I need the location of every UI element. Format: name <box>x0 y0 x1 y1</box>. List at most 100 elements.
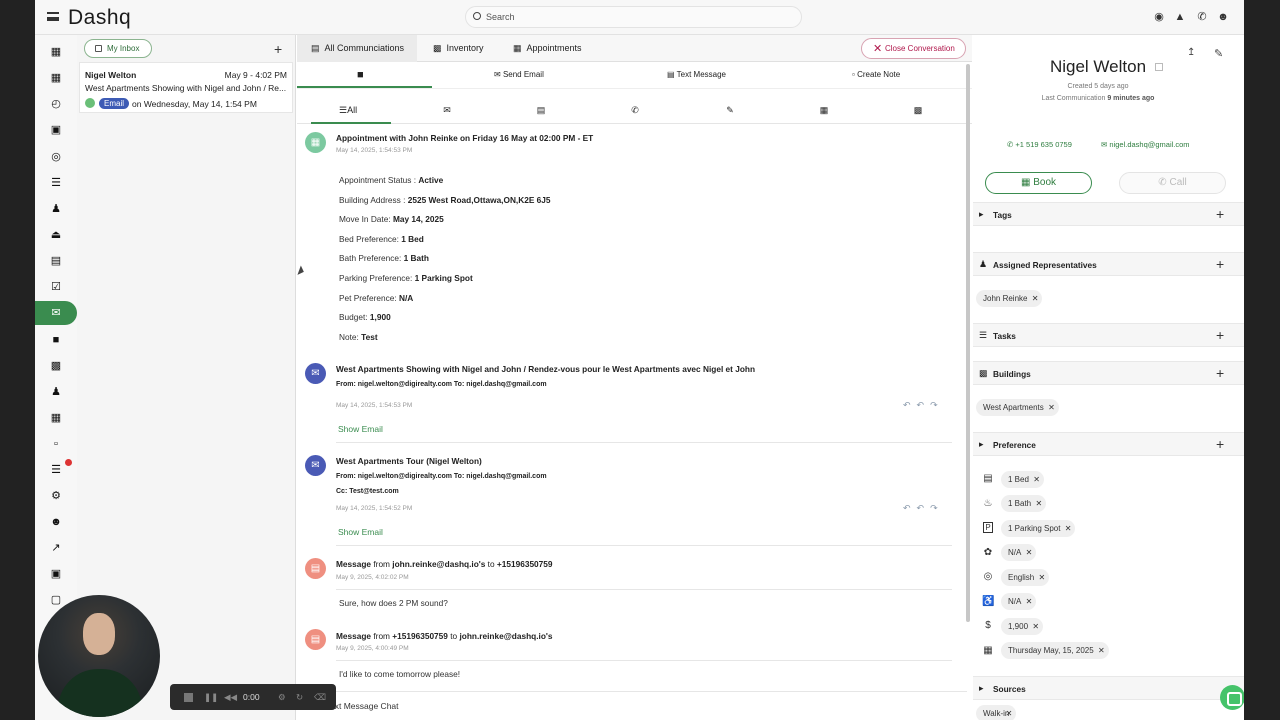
add-building-button[interactable]: + <box>1216 365 1224 381</box>
restart-icon[interactable]: ↻ <box>296 692 303 703</box>
rep-chip[interactable]: John Reinke <box>976 290 1043 307</box>
send-email-button[interactable]: ✉ Send Email <box>494 62 544 89</box>
settings-icon[interactable]: ⚙ <box>278 692 286 703</box>
apartment-icon[interactable]: ▦ <box>35 408 77 428</box>
section-preference[interactable]: ▸ Preference + <box>973 432 1244 456</box>
close-conversation-button[interactable]: ✕ Close Conversation <box>861 38 966 59</box>
message-time: May 9, 2025, 4:00:49 PM <box>336 645 409 652</box>
add-preference-button[interactable]: + <box>1216 436 1224 452</box>
pref-chip-bed[interactable]: 1 Bed <box>1001 471 1044 488</box>
feed-scrollbar[interactable] <box>966 64 970 622</box>
pref-chip-budget[interactable]: 1,900 <box>1001 618 1044 635</box>
pause-icon[interactable]: ❚❚ <box>204 692 218 703</box>
palette-icon[interactable]: ◉ <box>1153 11 1165 23</box>
text-message-button[interactable]: ▤ Text Message <box>667 62 726 89</box>
tab-appointments[interactable]: ▦ Appointments <box>513 35 603 62</box>
detail-label: Appointment Status : <box>339 175 419 185</box>
create-note-button[interactable]: ▫ Create Note <box>852 62 900 89</box>
divider <box>336 442 952 443</box>
add-task-button[interactable]: + <box>1216 327 1224 343</box>
bell-icon[interactable]: ▲ <box>1174 11 1186 23</box>
tab-inventory[interactable]: ▩ Inventory <box>433 35 503 62</box>
presenter-body <box>58 669 142 717</box>
building-icon[interactable]: ▩ <box>35 356 77 376</box>
appointment-detail-line: Bath Preference: 1 Bath <box>339 253 429 263</box>
my-inbox-button[interactable]: My Inbox <box>84 39 152 58</box>
add-person-icon[interactable]: ♟ <box>35 382 77 402</box>
target-icon[interactable]: ◎ <box>35 147 77 167</box>
trend-icon[interactable]: ↗ <box>35 538 77 558</box>
filter-chat-icon[interactable]: ▩ <box>908 100 928 120</box>
section-reps[interactable]: ♟ Assigned Representatives + <box>973 252 1244 276</box>
appointment-title: Appointment with John Reinke on Friday 1… <box>336 133 594 143</box>
menu-icon[interactable] <box>47 12 59 21</box>
message-from-word: from <box>373 631 390 641</box>
calendar-icon[interactable]: ▦ <box>35 42 77 62</box>
task-icon[interactable]: ☑ <box>35 277 77 297</box>
clock-icon[interactable]: ◴ <box>35 94 77 114</box>
trash-icon[interactable]: ⌫ <box>314 692 326 703</box>
phone-icon[interactable]: ✆ <box>1196 11 1208 23</box>
profile-icon[interactable]: ☻ <box>35 512 77 532</box>
account-icon[interactable]: ☻ <box>1217 11 1229 23</box>
tab-all-communications[interactable]: ▤ All Communciations <box>297 35 417 62</box>
email-title: West Apartments Tour (Nigel Welton) <box>336 456 482 466</box>
add-rep-button[interactable]: + <box>1216 256 1224 272</box>
source-chip[interactable]: Walk-in <box>976 705 1017 720</box>
filter-note-icon[interactable]: ✎ <box>720 100 740 120</box>
add-tag-button[interactable]: + <box>1216 206 1224 222</box>
settings-box-icon[interactable]: ⚙ <box>35 486 77 506</box>
building-chip[interactable]: West Apartments <box>976 399 1059 416</box>
filter-all[interactable]: ☰All <box>311 100 391 124</box>
show-email-link[interactable]: Show Email <box>338 527 383 537</box>
add-conversation-button[interactable]: + <box>274 42 282 56</box>
stop-icon[interactable] <box>184 693 193 702</box>
pref-chip-bath[interactable]: 1 Bath <box>1001 495 1047 512</box>
briefcase-icon[interactable]: ▣ <box>35 564 77 584</box>
reply-actions-icon[interactable]: ↶↶↷ <box>903 503 944 514</box>
eject-icon[interactable]: ⏏ <box>35 225 77 245</box>
contacts-icon[interactable]: ▣ <box>35 120 77 140</box>
section-tasks[interactable]: ☰ Tasks + <box>973 323 1244 347</box>
edit-icon[interactable]: ✎ <box>1214 47 1223 60</box>
filter-email-icon[interactable]: ✉ <box>437 100 457 120</box>
list-icon[interactable]: ☰ <box>35 459 77 480</box>
contact-email[interactable]: ✉ nigel.dashq@gmail.com <box>1101 140 1190 149</box>
pref-chip-accessibility[interactable]: N/A <box>1001 593 1037 610</box>
section-buildings[interactable]: ▩ Buildings + <box>973 361 1244 385</box>
message-avatar-icon: ▤ <box>305 558 326 579</box>
pref-chip-parking[interactable]: 1 Parking Spot <box>1001 520 1076 537</box>
filter-appointment-icon[interactable]: ▦ <box>814 100 834 120</box>
pref-chip-language[interactable]: English <box>1001 569 1050 586</box>
merge-icon[interactable]: ↥ <box>1187 47 1195 58</box>
filter-call-icon[interactable]: ✆ <box>625 100 645 120</box>
search-input[interactable]: Search <box>465 6 802 28</box>
book-button[interactable]: ▦ Book <box>985 172 1092 194</box>
checklist-icon[interactable]: ☰ <box>35 173 77 193</box>
appointment-time: May 14, 2025, 1:54:53 PM <box>336 147 413 154</box>
conversation-card[interactable]: Nigel Welton May 9 - 4:02 PM West Apartm… <box>79 62 293 113</box>
inbox-icon[interactable]: ✉ <box>35 301 77 325</box>
chat-launcher-icon[interactable] <box>1220 685 1244 710</box>
comment-icon[interactable]: ▤ <box>35 251 77 271</box>
copy-icon[interactable] <box>1155 63 1163 71</box>
call-button[interactable]: ✆ Call <box>1119 172 1226 194</box>
filter-message-icon[interactable]: ▤ <box>531 100 551 120</box>
chat-icon[interactable]: ■ <box>35 330 77 350</box>
rewind-icon[interactable]: ◀◀ <box>224 692 237 703</box>
people-icon[interactable]: ♟ <box>35 199 77 219</box>
pref-chip-date[interactable]: Thursday May, 15, 2025 <box>1001 642 1109 659</box>
calendar-alt-icon[interactable]: ▦ <box>35 68 77 88</box>
contact-phone[interactable]: ✆ +1 519 635 0759 <box>1007 140 1072 149</box>
section-sources[interactable]: ▸ Sources <box>973 676 1244 700</box>
conversation-view-icon[interactable]: ■ <box>357 62 364 89</box>
copy-icon[interactable]: ▫ <box>35 434 77 454</box>
section-title: Tasks <box>993 331 1016 341</box>
reply-actions-icon[interactable]: ↶↶↷ <box>903 400 944 411</box>
pref-chip-pet[interactable]: N/A <box>1001 544 1037 561</box>
show-email-link[interactable]: Show Email <box>338 424 383 434</box>
appointment-detail-line: Building Address : 2525 West Road,Ottawa… <box>339 195 551 205</box>
section-tags[interactable]: ▸ Tags + <box>973 202 1244 226</box>
action-bar: ■ ✉ Send Email ▤ Text Message ▫ Create N… <box>297 62 972 89</box>
appointment-detail-line: Move In Date: May 14, 2025 <box>339 214 444 224</box>
